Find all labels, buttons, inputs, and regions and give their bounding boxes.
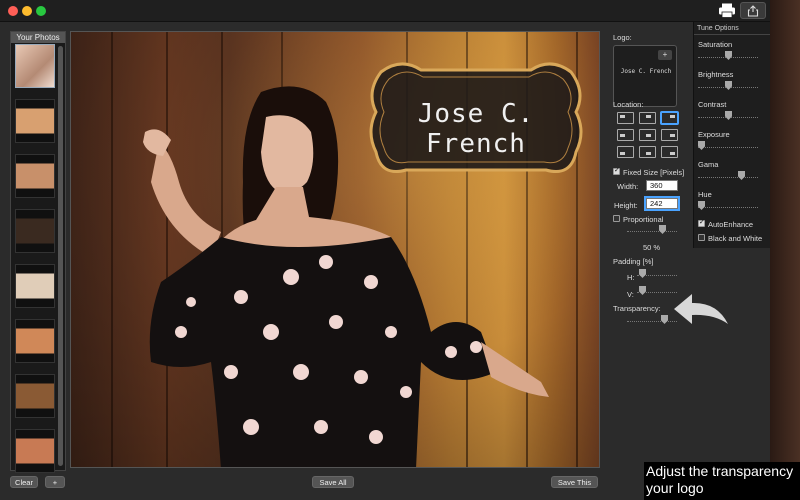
height-input[interactable]: 242 [644,196,680,211]
fixed-size-checkbox[interactable] [613,166,620,175]
location-bottom-right-button[interactable] [661,146,678,158]
tune-slider-hue[interactable] [698,201,758,211]
proportional-checkbox[interactable] [613,215,620,222]
app-window: Your Photos Jose C. French Logo: + Jose … [0,0,770,500]
tune-label-brightness: Brightness [698,70,734,79]
padding-h-slider-knob[interactable] [639,269,646,278]
photo-thumbnail[interactable] [15,374,55,418]
tune-label-exposure: Exposure [698,130,730,139]
tune-slider-contrast[interactable] [698,111,758,121]
location-top-center-button[interactable] [639,112,656,124]
photo-thumbnail[interactable] [15,429,55,473]
photo-thumbnail[interactable] [15,319,55,363]
tune-slider-exposure[interactable] [698,141,758,151]
add-photo-button[interactable]: + [45,476,65,488]
minimize-window-button[interactable] [22,6,32,16]
tune-slider-knob[interactable] [698,201,705,210]
photo-thumbnail[interactable] [15,44,55,88]
zoom-window-button[interactable] [36,6,46,16]
location-top-left-button[interactable] [617,112,634,124]
scale-value: 50 % [643,243,661,252]
padding-v-slider-knob[interactable] [639,286,646,295]
logo-settings-panel: Logo: + Jose C. French Location: Fixed S… [607,31,692,471]
tune-slider-gama[interactable] [698,171,758,181]
black-and-white-label: Black and White [708,234,763,243]
save-this-button[interactable]: Save This [551,476,598,488]
add-logo-button[interactable]: + [658,50,672,60]
tune-slider-knob[interactable] [738,171,745,180]
tune-options-panel: Tune Options Saturation Brightness Contras… [693,22,770,248]
thumbnail-scrollbar[interactable] [58,46,63,466]
tune-slider-brightness[interactable] [698,81,758,91]
padding-h-slider[interactable] [637,269,677,279]
clear-button[interactable]: Clear [10,476,38,488]
auto-enhance-label: AutoEnhance [708,220,754,229]
tune-label-saturation: Saturation [698,40,733,49]
logo-drop-area[interactable]: + Jose C. French [613,45,677,107]
tune-options-title: Tune Options [697,25,739,32]
tune-slider-saturation[interactable] [698,51,758,61]
padding-label: Padding [%] [613,257,654,266]
location-bottom-left-button[interactable] [617,146,634,158]
proportional-label: Proportional [623,215,664,224]
tune-label-hue: Hue [698,190,712,199]
photo-thumbnail[interactable] [15,99,55,143]
tune-slider-knob[interactable] [725,81,732,90]
photo-thumbnail[interactable] [15,154,55,198]
photos-sidebar: Your Photos [10,31,66,473]
title-bar [0,0,770,22]
tune-slider-knob[interactable] [725,111,732,120]
transparency-slider[interactable] [627,315,677,325]
location-middle-left-button[interactable] [617,129,634,141]
photo-canvas[interactable]: Jose C. French [70,31,600,468]
scale-slider-knob[interactable] [659,225,666,234]
photo-thumbnail[interactable] [15,209,55,253]
transparency-slider-knob[interactable] [661,315,668,324]
caption-line-2: your logo [646,480,704,496]
tune-slider-knob[interactable] [725,51,732,60]
curved-arrow-icon [674,294,728,324]
location-top-right-button[interactable] [661,112,678,124]
padding-v-slider[interactable] [637,286,677,296]
padding-v-label: V: [627,290,634,299]
padding-h-label: H: [627,273,635,282]
height-label: Height: [614,201,638,210]
width-input[interactable]: 360 [646,180,678,191]
tune-label-gama: Gama [698,160,719,169]
print-icon[interactable] [716,2,738,19]
save-all-button[interactable]: Save All [312,476,354,488]
location-label: Location: [613,100,644,109]
scale-slider[interactable] [627,225,677,235]
thumbnail-list[interactable] [15,44,55,484]
black-and-white-checkbox[interactable] [698,234,705,241]
caption-overlay: Adjust the transparency your logo [644,462,800,500]
tune-label-contrast: Contrast [698,100,727,109]
auto-enhance-checkbox[interactable] [698,218,705,227]
background-strip [770,0,800,462]
transparency-label: Transparency: [613,304,661,313]
location-middle-right-button[interactable] [661,129,678,141]
location-center-button[interactable] [639,129,656,141]
logo-preview-text: Jose C. French [620,68,672,75]
logo-label: Logo: [613,33,632,42]
tune-slider-knob[interactable] [698,141,705,150]
fixed-size-label: Fixed Size [Pixels] [623,168,685,177]
photos-sidebar-title: Your Photos [11,32,65,43]
width-label: Width: [617,182,639,191]
share-icon[interactable] [740,2,766,19]
logo-text: Jose C. French [417,99,535,159]
location-bottom-center-button[interactable] [639,146,656,158]
caption-line-1: Adjust the transparency [646,463,794,479]
close-window-button[interactable] [8,6,18,16]
photo-thumbnail[interactable] [15,264,55,308]
